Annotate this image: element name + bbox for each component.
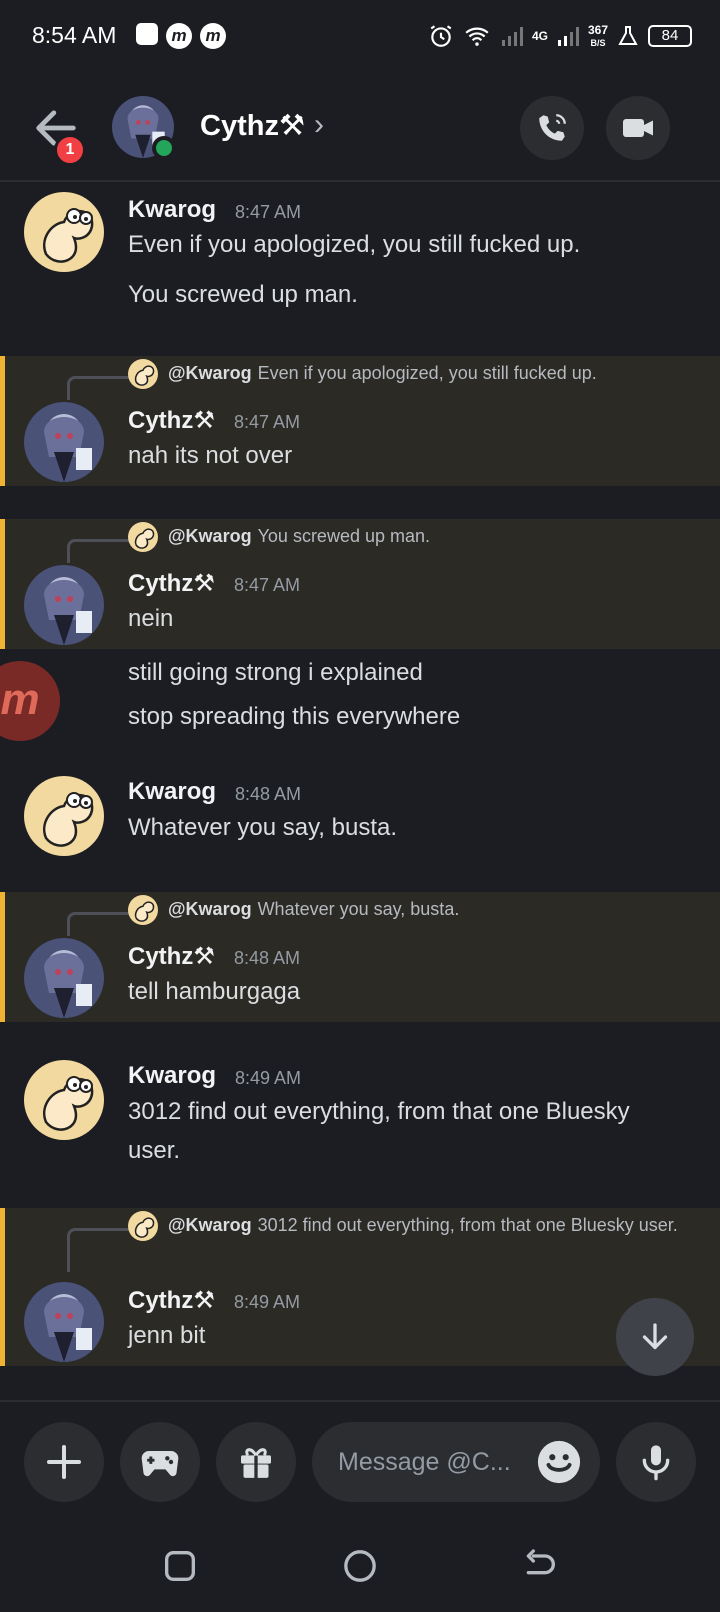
message-author[interactable]: Cythz⚒ (128, 1286, 215, 1315)
message-timestamp: 8:47 AM (234, 412, 301, 432)
chevron-right-icon[interactable]: › (314, 108, 324, 142)
message-group: Kwarog 8:49 AM 3012 find out everything,… (0, 1050, 720, 1190)
message-group-mention: @Kwarog Even if you apologized, you still… (0, 356, 720, 486)
status-icons: 4G 367 B/S 84 (428, 20, 692, 52)
status-bar: 8:54 AM m m 4G 367 B/S 84 (0, 0, 720, 72)
message-text: You screwed up man. (128, 281, 358, 308)
avatar[interactable] (24, 938, 104, 1018)
message-group: Kwarog 8:47 AM Even if you apologized, y… (0, 182, 720, 342)
message-author[interactable]: Kwarog (128, 196, 216, 224)
message-text: nein (128, 605, 174, 632)
jump-to-bottom-button[interactable] (616, 1298, 694, 1376)
alarm-icon (430, 25, 452, 47)
reply-preview[interactable]: @Kwarog Whatever you say, busta. (128, 896, 688, 923)
message-author[interactable]: Cythz⚒ (128, 942, 215, 971)
arrow-down-icon (642, 1323, 668, 1350)
message-group-mention: @Kwarog You screwed up man. Cythz⚒ 8:47 A… (0, 519, 720, 649)
message-group: Kwarog 8:48 AM Whatever you say, busta. (0, 766, 720, 866)
notification-square-icon (136, 23, 158, 45)
message-author[interactable]: Cythz⚒ (128, 569, 215, 598)
avatar[interactable] (24, 402, 104, 482)
signal-icon (557, 27, 579, 46)
reply-spine (67, 1228, 129, 1272)
message-text: stop spreading this everywhere (128, 703, 461, 730)
phone-icon (539, 114, 566, 141)
signal-icon (501, 27, 523, 46)
reply-preview[interactable]: @Kwarog You screwed up man. (128, 523, 688, 550)
reply-spine (67, 912, 129, 936)
message-composer (0, 1400, 720, 1520)
battery-indicator: 84 (648, 25, 692, 47)
notification-app-icon: m (166, 23, 192, 49)
flask-icon (618, 26, 638, 45)
message-group-mention: @Kwarog 3012 find out everything, from th… (0, 1208, 720, 1366)
message-timestamp: 8:48 AM (234, 948, 301, 968)
avatar[interactable] (24, 1060, 104, 1140)
network-type: 4G (531, 29, 548, 43)
network-speed: 367 B/S (587, 22, 608, 48)
message-input-wrapper (312, 1422, 600, 1502)
message-author[interactable]: Kwarog (128, 778, 216, 806)
unread-badge: 1 (54, 134, 86, 166)
message-timestamp: 8:47 AM (234, 575, 301, 595)
message-timestamp: 8:48 AM (235, 784, 302, 804)
message-timestamp: 8:49 AM (234, 1292, 301, 1312)
gift-button[interactable] (216, 1422, 296, 1502)
dm-header: 1 Cythz⚒ › (0, 72, 720, 182)
message-timestamp: 8:47 AM (235, 202, 302, 222)
microphone-icon (642, 1445, 670, 1481)
message-author[interactable]: Cythz⚒ (128, 406, 215, 435)
message-group-mention: @Kwarog Whatever you say, busta. Cythz⚒ 8… (0, 892, 720, 1022)
video-call-button[interactable] (606, 96, 670, 160)
message-input[interactable] (338, 1442, 518, 1482)
app-bubble-icon[interactable]: m (0, 661, 60, 741)
message-text: 3012 find out everything, from that one … (128, 1098, 630, 1164)
message-author[interactable]: Kwarog (128, 1062, 216, 1090)
home-icon[interactable] (340, 1546, 380, 1586)
avatar[interactable] (24, 565, 104, 645)
online-status-dot (152, 136, 176, 160)
wifi-icon (465, 27, 489, 46)
gift-icon (241, 1448, 271, 1479)
status-time: 8:54 AM (32, 22, 117, 48)
back-nav-icon[interactable] (520, 1546, 560, 1586)
message-timestamp: 8:49 AM (235, 1068, 302, 1088)
message-followups: m still going strong i explained stop sp… (0, 649, 720, 741)
message-text: nah its not over (128, 442, 293, 469)
recent-apps-icon[interactable] (160, 1546, 200, 1586)
emoji-icon[interactable] (536, 1439, 582, 1485)
message-text: Whatever you say, busta. (128, 814, 398, 841)
voice-call-button[interactable] (520, 96, 584, 160)
avatar[interactable] (24, 1282, 104, 1362)
system-nav-bar (0, 1520, 720, 1612)
reply-preview[interactable]: @Kwarog Even if you apologized, you still… (128, 360, 688, 387)
message-text: tell hamburgaga (128, 978, 301, 1005)
activities-button[interactable] (120, 1422, 200, 1502)
gamepad-icon (141, 1451, 179, 1477)
reply-preview[interactable]: @Kwarog 3012 find out everything, from th… (128, 1212, 688, 1239)
voice-message-button[interactable] (616, 1422, 696, 1502)
notification-app-icon: m (200, 23, 226, 49)
avatar[interactable] (24, 192, 104, 272)
reply-spine (67, 376, 129, 400)
message-text: Even if you apologized, you still fucked… (128, 231, 581, 258)
message-text: still going strong i explained (128, 659, 423, 686)
avatar[interactable] (24, 776, 104, 856)
reply-spine (67, 539, 129, 563)
video-camera-icon (623, 119, 653, 137)
attach-button[interactable] (24, 1422, 104, 1502)
message-text: jenn bit (128, 1322, 206, 1349)
page-title[interactable]: Cythz⚒ (200, 108, 305, 143)
plus-icon (47, 1445, 81, 1479)
